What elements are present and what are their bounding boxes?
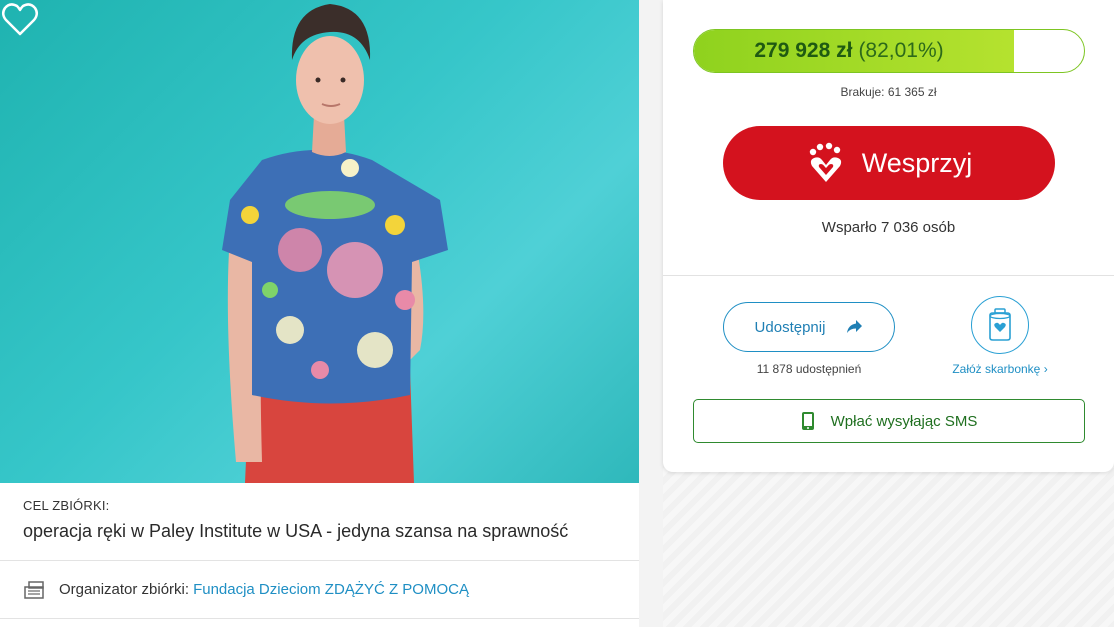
- piggybank-button[interactable]: [971, 296, 1029, 354]
- hand-heart-icon: [809, 142, 841, 182]
- fundraiser-photo: [0, 0, 639, 483]
- divider: [663, 275, 1114, 276]
- goal-section: CEL ZBIÓRKI: operacja ręki w Paley Insti…: [0, 483, 639, 561]
- goal-text: operacja ręki w Paley Institute w USA - …: [23, 521, 569, 541]
- progress-bar: 279 928 zł (82,01%): [693, 29, 1085, 73]
- percent-raised: (82,01%): [858, 39, 944, 62]
- donation-card: 279 928 zł (82,01%) Brakuje: 61 365 zł W…: [663, 0, 1114, 472]
- organizer-label: Organizator zbiórki:: [59, 581, 190, 598]
- create-piggybank-link[interactable]: Załóż skarbonkę ›: [933, 362, 1067, 376]
- person-illustration: [222, 4, 448, 483]
- share-button-label: Udostępnij: [754, 318, 826, 336]
- missing-amount: Brakuje: 61 365 zł: [840, 85, 937, 99]
- background-gap: [639, 0, 663, 627]
- supporters-count: Wsparło 7 036 osób: [821, 219, 956, 236]
- sms-button[interactable]: Wpłać wysyłając SMS: [693, 399, 1085, 443]
- progress-text: 279 928 zł (82,01%): [694, 30, 1084, 72]
- amount-raised: 279 928 zł: [754, 39, 853, 62]
- support-button-label: Wesprzyj: [861, 147, 973, 178]
- organizer-section: Organizator zbiórki: Fundacja Dzieciom Z…: [0, 561, 639, 619]
- share-arrow-icon: [847, 320, 863, 333]
- organizer-link[interactable]: Fundacja Dzieciom ZDĄŻYĆ Z POMOCĄ: [193, 581, 469, 598]
- support-button[interactable]: Wesprzyj: [723, 126, 1055, 200]
- share-count: 11 878 udostępnień: [756, 362, 862, 376]
- heart-outline-icon[interactable]: [0, 0, 40, 40]
- fundraiser-main: CEL ZBIÓRKI: operacja ręki w Paley Insti…: [0, 0, 639, 627]
- share-button[interactable]: Udostępnij: [723, 302, 895, 352]
- sms-button-label: Wpłać wysyłając SMS: [830, 412, 978, 430]
- goal-label: CEL ZBIÓRKI:: [23, 498, 110, 513]
- piggybank-icon: [989, 308, 1011, 341]
- phone-icon: [801, 412, 814, 430]
- organizer-icon: [24, 580, 44, 599]
